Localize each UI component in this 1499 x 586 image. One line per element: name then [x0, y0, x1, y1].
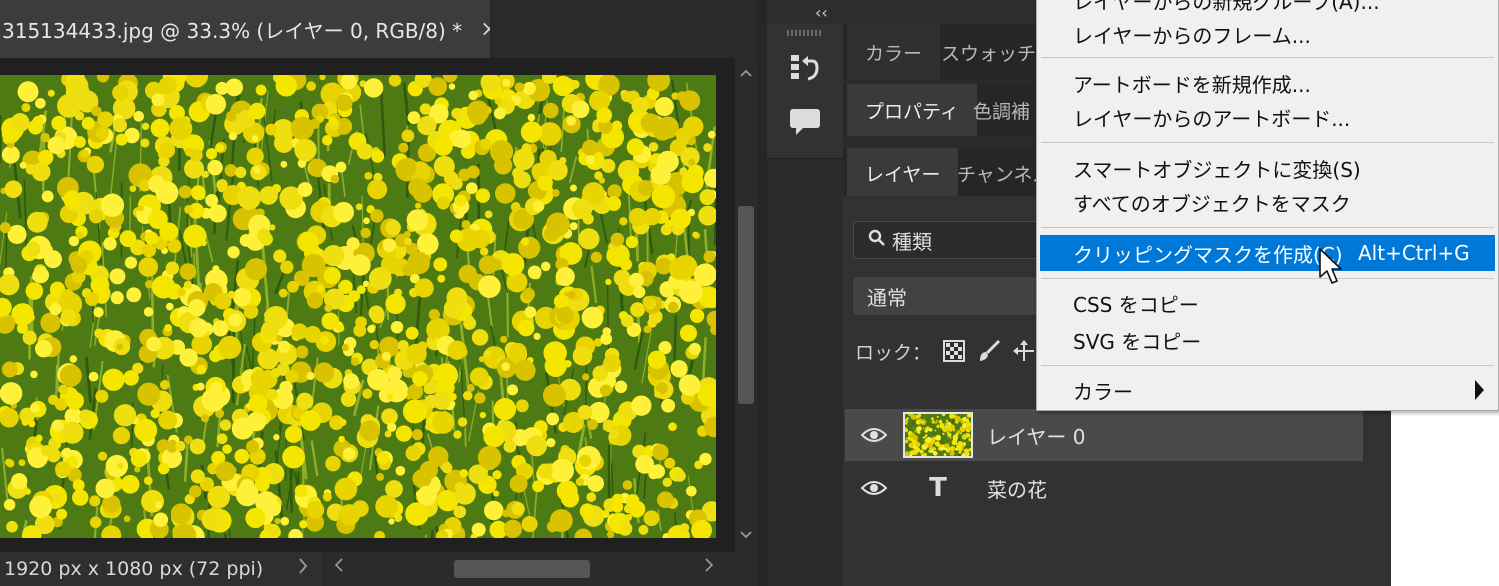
document-tab-title: 315134433.jpg @ 33.3% (レイヤー 0, RGB/8) * [2, 18, 463, 43]
eye-icon[interactable] [845, 480, 903, 496]
status-menu-arrow[interactable] [298, 556, 308, 580]
lock-label: ロック： [855, 341, 932, 364]
layer-name: 菜の花 [987, 477, 1047, 502]
scroll-left-arrow[interactable] [334, 557, 344, 578]
canvas-image[interactable] [0, 75, 716, 538]
lock-transparency-icon[interactable] [943, 340, 966, 362]
text-layer-icon: T [929, 473, 947, 503]
history-icon[interactable] [783, 50, 827, 86]
menu-separator [1041, 142, 1494, 143]
rapeseed-field-photo [0, 75, 716, 538]
vertical-scroll-thumb[interactable] [738, 206, 754, 404]
layer-filter-box[interactable]: 種類 [853, 221, 1053, 259]
icon-strip-lower [767, 158, 843, 586]
lock-row: ロック： [855, 334, 1035, 368]
document-area: 315134433.jpg @ 33.3% (レイヤー 0, RGB/8) * … [0, 0, 767, 586]
menu-item-copy-svg[interactable]: SVG をコピー [1037, 323, 1498, 357]
lock-brush-icon[interactable] [977, 339, 1001, 363]
tab-adjustments[interactable]: 色調補 [955, 84, 1048, 136]
layer-thumbnail [903, 412, 973, 458]
menu-item-copy-css[interactable]: CSS をコピー [1037, 286, 1498, 320]
menu-item-convert-to-smart-object[interactable]: スマートオブジェクトに変換(S) [1037, 151, 1498, 185]
document-tab[interactable]: 315134433.jpg @ 33.3% (レイヤー 0, RGB/8) * … [0, 0, 499, 58]
scroll-right-arrow[interactable] [704, 557, 714, 578]
layer-row[interactable]: レイヤー 0 [845, 409, 1363, 461]
menu-separator [1041, 278, 1494, 279]
menu-item-mask-all-objects[interactable]: すべてのオブジェクトをマスク [1037, 185, 1498, 219]
layer-name: レイヤー 0 [987, 424, 1086, 449]
menu-item-frame-from-layers[interactable]: レイヤーからのフレーム... [1037, 17, 1498, 51]
menu-item-new-group-from-layers[interactable]: レイヤーからの新規グループ(A)... [1037, 0, 1498, 17]
menu-item-shortcut: Alt+Ctrl+G [1358, 241, 1470, 265]
submenu-arrow-icon [1475, 380, 1484, 400]
layer-context-menu: レイヤーからの新規グループ(A)... レイヤーからのフレーム... アートボー… [1036, 0, 1499, 411]
menu-item-label: クリッピングマスクを作成(C) [1073, 242, 1343, 267]
collapse-panels-icon[interactable]: ‹‹ [815, 3, 828, 22]
menu-item-artboard-from-layers[interactable]: レイヤーからのアートボード... [1037, 100, 1498, 134]
blend-mode-select[interactable]: 通常 [853, 277, 1053, 315]
menu-item-new-artboard[interactable]: アートボードを新規作成... [1037, 66, 1498, 100]
tab-swatches[interactable]: スウォッチ [923, 24, 1054, 80]
menu-item-color[interactable]: カラー [1037, 373, 1498, 407]
layer-row[interactable]: T 菜の花 [845, 462, 1363, 514]
mouse-cursor-icon [1318, 247, 1344, 291]
menu-item-create-clipping-mask[interactable]: クリッピングマスクを作成(C) Alt+Ctrl+G [1040, 235, 1495, 271]
lock-move-icon[interactable] [1013, 340, 1035, 362]
horizontal-scroll-thumb[interactable] [454, 560, 590, 578]
canvas-well [0, 58, 735, 552]
drag-grip[interactable] [787, 30, 821, 36]
tab-strip [490, 0, 767, 58]
vertical-scrollbar[interactable] [735, 58, 757, 552]
panel-icon-strip [767, 24, 843, 586]
search-icon [868, 228, 886, 252]
horizontal-scrollbar[interactable] [322, 552, 757, 586]
comment-icon[interactable] [783, 104, 827, 140]
scroll-down-arrow[interactable] [735, 528, 757, 544]
eye-icon[interactable] [845, 427, 903, 443]
scroll-up-arrow[interactable] [735, 66, 757, 82]
menu-item-label: カラー [1073, 379, 1133, 404]
menu-separator [1041, 57, 1494, 58]
menu-separator [1041, 365, 1494, 366]
layer-filter-label: 種類 [892, 229, 932, 254]
panel-separator [757, 0, 767, 586]
document-size-text: 1920 px x 1080 px (72 ppi) [4, 558, 264, 580]
status-bar: 1920 px x 1080 px (72 ppi) [0, 552, 757, 586]
menu-separator [1041, 227, 1494, 228]
